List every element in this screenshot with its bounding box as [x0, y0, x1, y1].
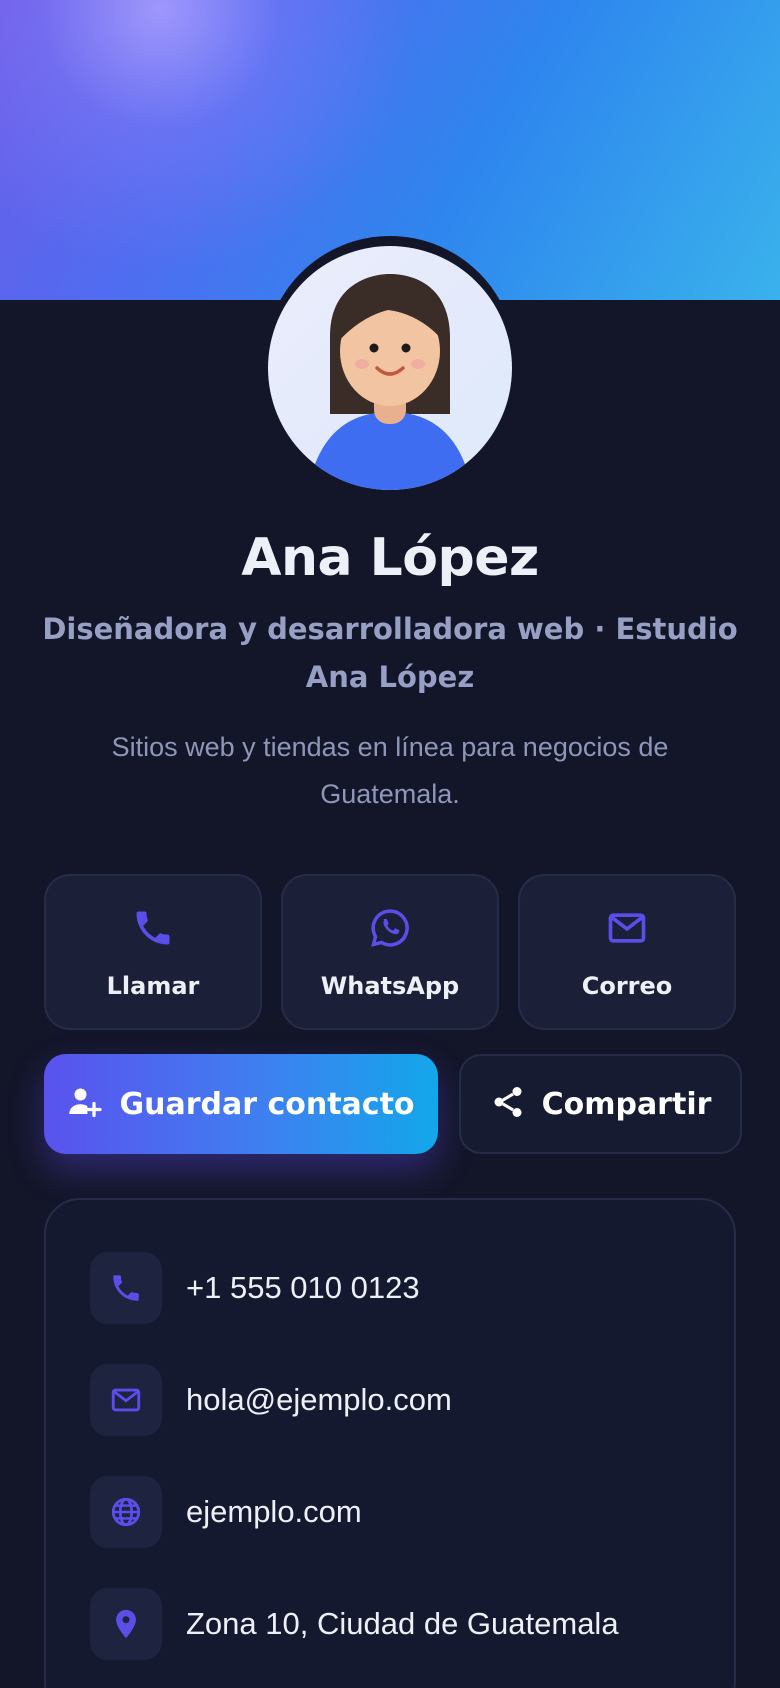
contact-website-text: ejemplo.com: [186, 1494, 362, 1529]
contact-row-phone[interactable]: +1 555 010 0123: [90, 1252, 730, 1324]
mail-icon: [90, 1364, 162, 1436]
location-pin-icon: [90, 1588, 162, 1660]
call-label: Llamar: [106, 972, 200, 1000]
contact-email-text: hola@ejemplo.com: [186, 1382, 452, 1417]
whatsapp-button[interactable]: WhatsApp: [281, 874, 499, 1030]
profile-name: Ana López: [241, 528, 539, 588]
share-button[interactable]: Compartir: [459, 1054, 742, 1154]
save-contact-button[interactable]: Guardar contacto: [44, 1054, 438, 1154]
contact-row-address[interactable]: Zona 10, Ciudad de Guatemala: [90, 1588, 730, 1660]
phone-icon: [46, 906, 260, 954]
profile-tagline: Sitios web y tiendas en línea para negoc…: [111, 732, 669, 809]
add-user-icon: [67, 1084, 103, 1124]
save-contact-label: Guardar contacto: [119, 1086, 415, 1122]
contact-address-text: Zona 10, Ciudad de Guatemala: [186, 1606, 619, 1641]
contact-row-email[interactable]: hola@ejemplo.com: [90, 1364, 730, 1436]
contact-phone-text: +1 555 010 0123: [186, 1270, 420, 1305]
avatar: [268, 246, 512, 490]
email-label: Correo: [581, 972, 673, 1000]
profile-role: Diseñadora y desarrolladora web · Estudi…: [42, 612, 738, 694]
globe-icon: [90, 1476, 162, 1548]
phone-icon: [90, 1252, 162, 1324]
whatsapp-label: WhatsApp: [320, 972, 460, 1000]
contact-row-website[interactable]: ejemplo.com: [90, 1476, 730, 1548]
email-button[interactable]: Correo: [518, 874, 736, 1030]
whatsapp-icon: [283, 906, 497, 954]
mail-icon: [520, 906, 734, 954]
share-icon: [490, 1084, 526, 1124]
avatar-illustration: [308, 274, 472, 490]
call-button[interactable]: Llamar: [44, 874, 262, 1030]
share-label: Compartir: [541, 1086, 712, 1122]
